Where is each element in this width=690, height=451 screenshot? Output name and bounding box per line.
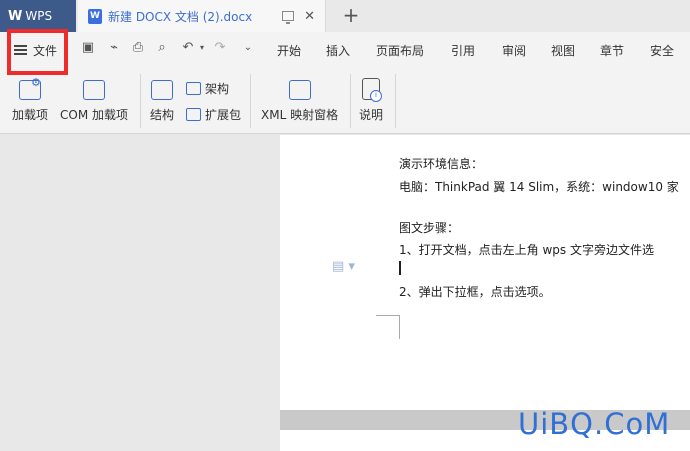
doc-line-env-info: 演示环境信息： xyxy=(399,157,484,171)
close-tab-icon[interactable]: ✕ xyxy=(304,9,315,24)
print-preview-icon[interactable]: ⌕ xyxy=(154,40,170,56)
ribbon-toolbar: 加载项 ⚙ COM 加载项 结构 架构 扩展包 XML 映射窗格 说明 xyxy=(0,68,690,134)
wps-logo-icon: W xyxy=(8,8,23,24)
ribbon-divider xyxy=(250,74,251,128)
com-addins-button[interactable]: COM 加载项 xyxy=(60,80,128,123)
tab-home[interactable]: 开始 xyxy=(277,42,301,59)
document-tab-title: 新建 DOCX 文档 (2).docx xyxy=(108,9,253,24)
xml-mapping-button[interactable]: XML 映射窗格 xyxy=(261,80,338,123)
site-watermark: UiBQ.CoM xyxy=(518,407,671,441)
doc-line-computer: 电脑：ThinkPad 翼 14 Slim，系统：window10 家 xyxy=(399,180,679,194)
help-label: 说明 xyxy=(359,108,384,122)
word-doc-icon: W xyxy=(88,8,102,24)
doc-line-step-1: 1、打开文档，点击左上角 wps 文字旁边文件选 xyxy=(399,243,654,257)
tab-page-layout[interactable]: 页面布局 xyxy=(376,42,424,59)
menu-bar: 文件 ▣ ⌁ ⎙ ⌕ ↶ ▾ ↷ ⌄ 开始 插入 页面布局 引用 审阅 视图 章… xyxy=(0,32,690,68)
addins-label: 加载项 xyxy=(12,108,49,122)
text-cursor xyxy=(399,261,401,275)
wps-home-tab[interactable]: W WPS xyxy=(0,0,76,32)
tab-references[interactable]: 引用 xyxy=(451,42,475,59)
xml-mapping-icon xyxy=(288,80,311,100)
document-tab[interactable]: W 新建 DOCX 文档 (2).docx ✕ xyxy=(78,0,326,32)
tab-view[interactable]: 视图 xyxy=(551,42,575,59)
format-painter-icon[interactable]: ⌁ xyxy=(106,40,122,56)
tab-security[interactable]: 安全 xyxy=(650,42,674,59)
schema-icon xyxy=(186,82,201,95)
file-menu-highlight xyxy=(7,29,68,75)
window-mode-icon[interactable] xyxy=(282,11,295,24)
document-workspace: ▤ ▾ 演示环境信息： 电脑：ThinkPad 翼 14 Slim，系统：win… xyxy=(0,135,690,451)
structure-label: 结构 xyxy=(150,108,175,122)
print-icon[interactable]: ⎙ xyxy=(130,40,146,56)
new-tab-button[interactable]: + xyxy=(340,4,362,26)
ribbon-divider xyxy=(350,74,351,128)
addins-button[interactable]: 加载项 xyxy=(12,80,48,123)
schema-button[interactable]: 架构 xyxy=(186,80,229,97)
undo-dropdown-icon[interactable]: ▾ xyxy=(194,40,210,56)
tab-section[interactable]: 章节 xyxy=(600,42,624,59)
save-icon[interactable]: ▣ xyxy=(80,40,96,56)
structure-icon xyxy=(151,80,173,100)
expansion-pack-button[interactable]: 扩展包 xyxy=(186,106,241,123)
title-bar: W WPS W 新建 DOCX 文档 (2).docx ✕ + xyxy=(0,0,690,32)
paragraph-menu-icon[interactable]: ▤ ▾ xyxy=(332,259,355,274)
expansion-pack-label: 扩展包 xyxy=(205,108,242,122)
com-addins-icon xyxy=(83,80,105,100)
ribbon-divider xyxy=(140,74,141,128)
document-page[interactable]: ▤ ▾ 演示环境信息： 电脑：ThinkPad 翼 14 Slim，系统：win… xyxy=(280,135,690,410)
more-icon[interactable]: ⌄ xyxy=(240,40,256,56)
xml-mapping-label: XML 映射窗格 xyxy=(261,108,339,122)
expansion-pack-icon xyxy=(186,108,201,121)
schema-label: 架构 xyxy=(205,82,230,96)
tab-review[interactable]: 审阅 xyxy=(502,42,526,59)
redo-icon[interactable]: ↷ xyxy=(212,40,228,56)
wps-app-name: WPS xyxy=(25,9,53,23)
help-button[interactable]: 说明 xyxy=(359,78,383,123)
com-addins-label: COM 加载项 xyxy=(60,108,128,122)
structure-button[interactable]: 结构 xyxy=(150,80,174,123)
doc-line-step-2: 2、弹出下拉框，点击选项。 xyxy=(399,285,551,299)
doc-line-steps-title: 图文步骤： xyxy=(399,221,460,235)
ribbon-divider xyxy=(395,74,396,128)
gear-icon: ⚙ xyxy=(31,76,41,89)
tab-insert[interactable]: 插入 xyxy=(326,42,350,59)
page-margin-mark xyxy=(376,315,400,339)
help-document-icon xyxy=(362,78,382,102)
